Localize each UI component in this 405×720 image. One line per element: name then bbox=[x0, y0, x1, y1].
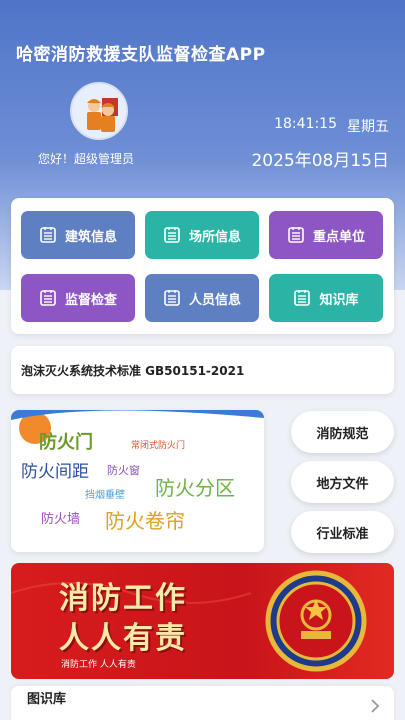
word-cloud-term: 防火门 bbox=[39, 432, 93, 453]
local-documents-label: 地方文件 bbox=[316, 476, 369, 492]
document-icon bbox=[40, 227, 56, 243]
fire-codes-label: 消防规范 bbox=[316, 426, 369, 442]
word-cloud-term: 防火墙 bbox=[41, 512, 81, 527]
document-icon bbox=[164, 290, 180, 306]
word-cloud-term: 挡烟垂壁 bbox=[85, 490, 125, 501]
image-library-card[interactable]: 图识库 bbox=[11, 686, 394, 720]
avatar[interactable] bbox=[70, 82, 128, 140]
firefighter-avatar-icon bbox=[72, 84, 126, 138]
industry-standards-button[interactable]: 行业标准 bbox=[291, 511, 394, 553]
word-cloud-term: 防火分区 bbox=[155, 476, 235, 500]
personnel-info-button[interactable]: 人员信息 bbox=[145, 274, 259, 322]
venue-info-button[interactable]: 场所信息 bbox=[145, 211, 259, 259]
date-text: 2025年08月15日 bbox=[251, 151, 389, 171]
industry-standards-label: 行业标准 bbox=[316, 526, 369, 542]
chevron-right-icon bbox=[371, 699, 380, 713]
knowledge-base-label: 知识库 bbox=[319, 292, 359, 308]
fire-safety-banner[interactable]: 消防工作 人人有责 消防工作 人人有责 bbox=[11, 563, 394, 679]
banner-slogan-line2: 人人有责 bbox=[59, 621, 187, 656]
fire-codes-button[interactable]: 消防规范 bbox=[291, 411, 394, 453]
document-icon bbox=[40, 290, 56, 306]
image-library-title: 图识库 bbox=[27, 692, 67, 707]
key-unit-button[interactable]: 重点单位 bbox=[269, 211, 383, 259]
knowledge-base-button[interactable]: 知识库 bbox=[269, 274, 383, 322]
local-documents-button[interactable]: 地方文件 bbox=[291, 461, 394, 503]
weekday-text: 星期五 bbox=[347, 119, 389, 135]
banner-footer: 消防工作 人人有责 bbox=[61, 660, 136, 670]
app-title: 哈密消防救援支队监督检查APP bbox=[16, 45, 266, 65]
word-cloud-term: 防火间距 bbox=[21, 462, 89, 482]
key-unit-label: 重点单位 bbox=[312, 229, 365, 245]
notice-bar[interactable]: 泡沫灭火系统技术标准 GB50151-2021 bbox=[11, 346, 394, 394]
building-info-label: 建筑信息 bbox=[64, 229, 117, 245]
word-cloud-term: 防火卷帘 bbox=[105, 509, 185, 533]
word-cloud-card[interactable]: 防火门 常闭式防火门 防火间距 防火窗 挡烟垂壁 防火分区 防火墙 防火卷帘 bbox=[11, 410, 264, 552]
greeting-text: 您好！超级管理员 bbox=[38, 152, 135, 166]
inspection-label: 监督检查 bbox=[64, 292, 117, 308]
document-icon bbox=[294, 290, 311, 306]
document-icon bbox=[288, 227, 304, 243]
word-cloud-term: 常闭式防火门 bbox=[131, 441, 186, 451]
time-text: 18:41:15 bbox=[274, 116, 337, 132]
banner-slogan-line1: 消防工作 bbox=[59, 581, 187, 616]
notice-text: 泡沫灭火系统技术标准 GB50151-2021 bbox=[21, 363, 245, 378]
menu-card: 建筑信息 场所信息 重点单位 监督检查 人员信息 知识库 bbox=[11, 198, 394, 334]
personnel-info-label: 人员信息 bbox=[188, 292, 241, 308]
building-info-button[interactable]: 建筑信息 bbox=[21, 211, 135, 259]
document-icon bbox=[164, 227, 180, 243]
clock: 18:41:15 星期五 bbox=[274, 116, 389, 136]
venue-info-label: 场所信息 bbox=[188, 229, 241, 245]
word-cloud-term: 防火窗 bbox=[107, 464, 140, 477]
inspection-button[interactable]: 监督检查 bbox=[21, 274, 135, 322]
